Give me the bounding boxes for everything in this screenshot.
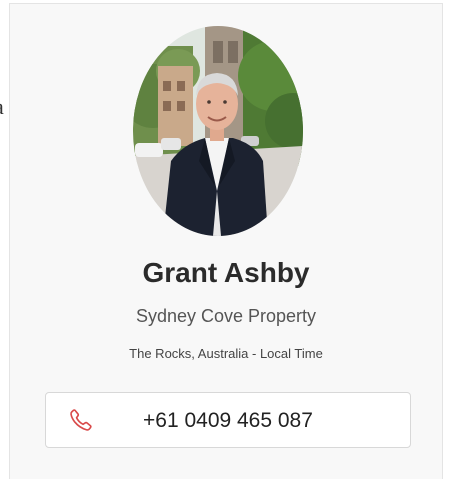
call-phone-button[interactable]: +61 0409 465 087 <box>45 392 411 448</box>
page: a <box>0 0 449 479</box>
agent-name: Grant Ashby <box>142 257 310 288</box>
agent-photo <box>133 26 303 236</box>
agent-company: Sydney Cove Property <box>135 306 317 326</box>
agent-profile-card: Grant Ashby Sydney Cove Property The Roc… <box>9 3 443 479</box>
agent-location-time: The Rocks, Australia - Local Time <box>129 346 323 361</box>
agent-portrait-image <box>133 26 303 236</box>
cut-off-text-fragment: a <box>0 94 4 120</box>
phone-icon <box>68 407 94 433</box>
phone-number: +61 0409 465 087 <box>143 409 313 432</box>
